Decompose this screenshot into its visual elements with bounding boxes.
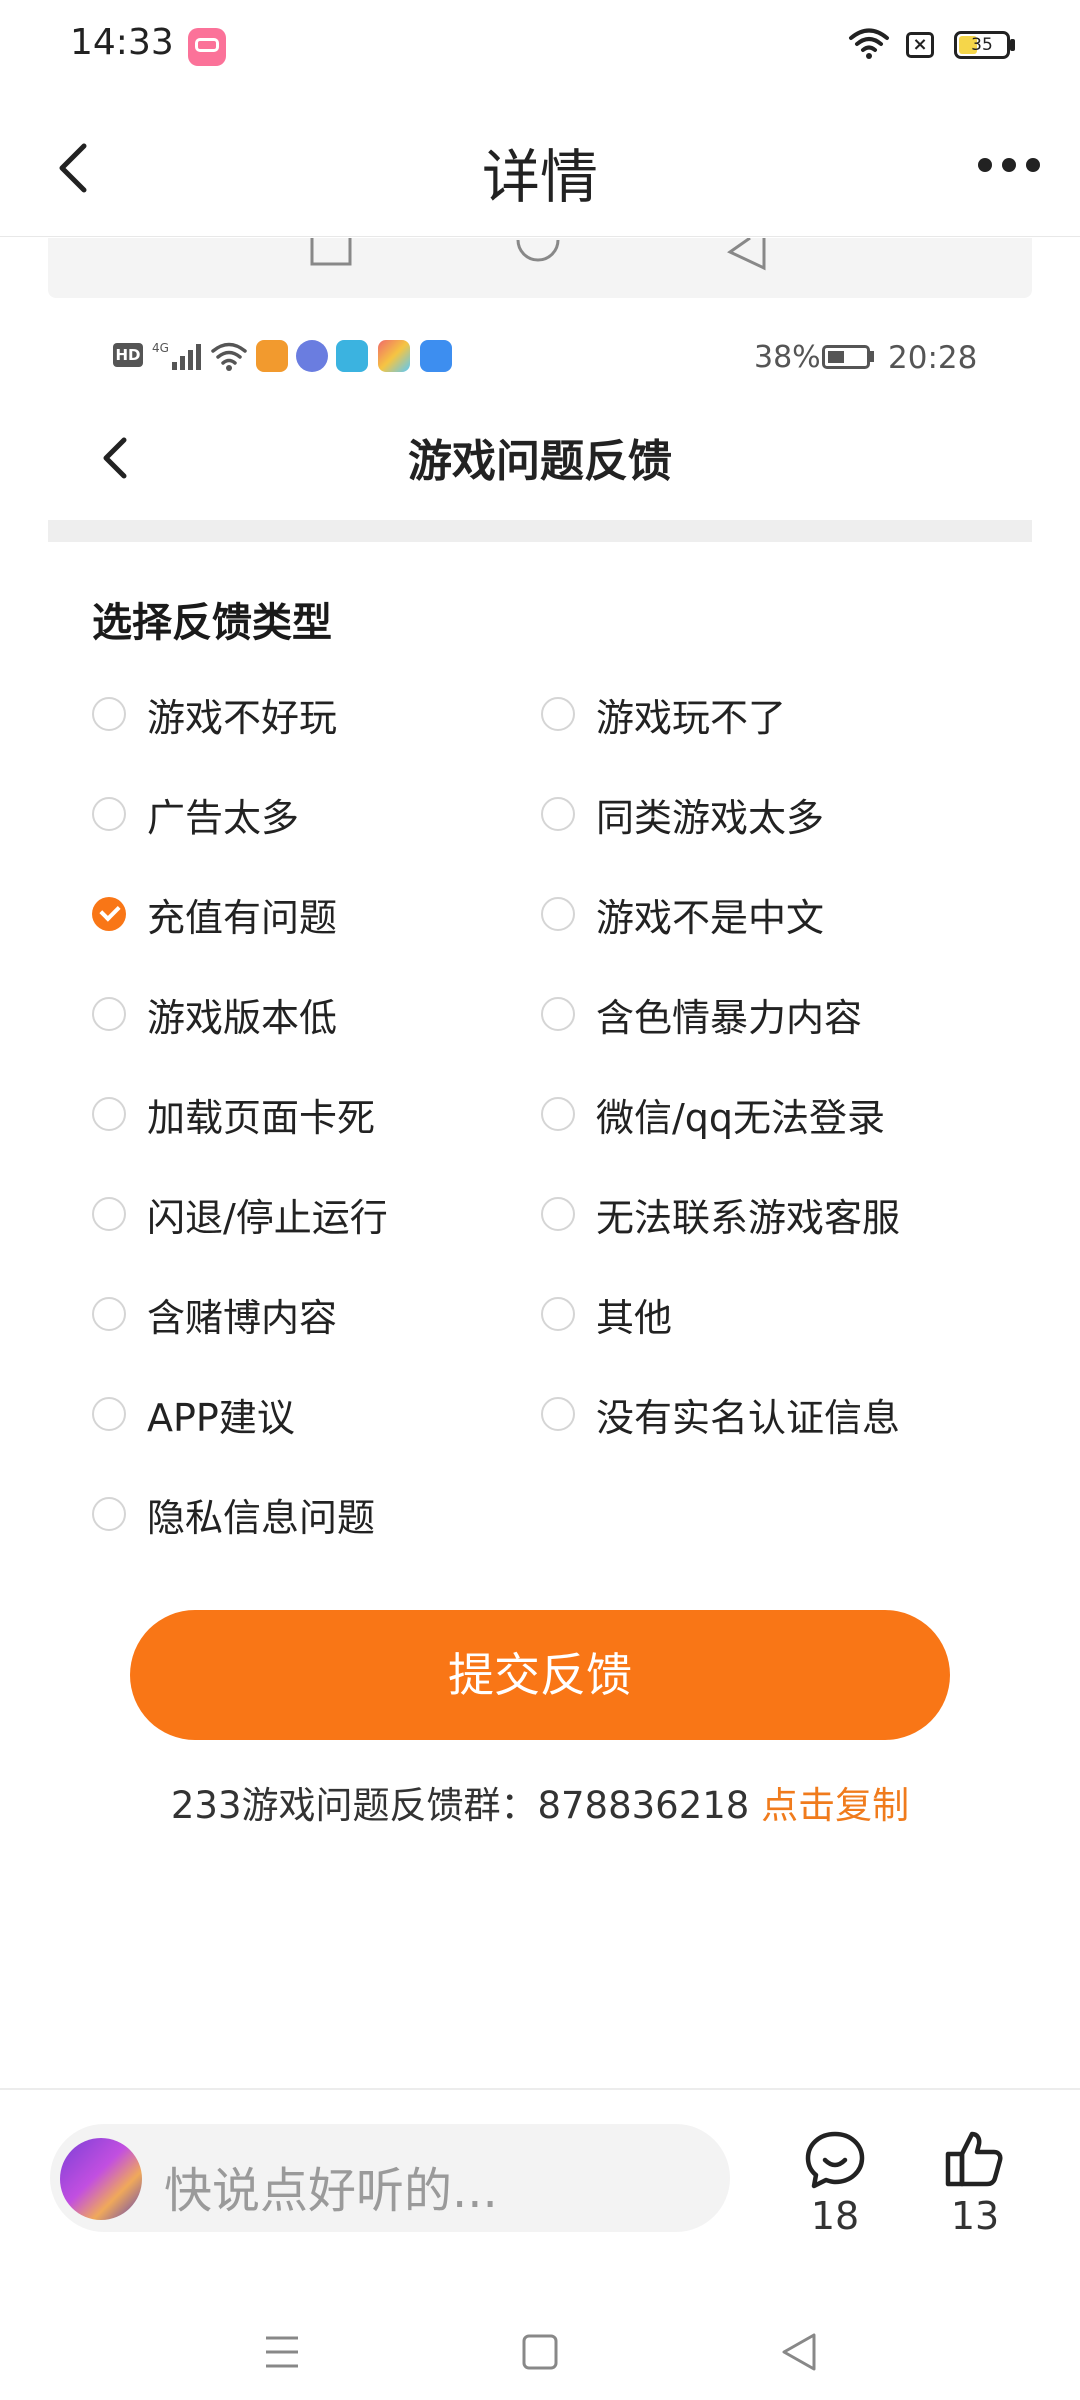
book-app-icon bbox=[336, 340, 368, 372]
radio-button-checked[interactable] bbox=[92, 897, 126, 931]
battery-tip bbox=[1010, 39, 1015, 51]
music-app-icon bbox=[296, 340, 328, 372]
feedback-option-selected[interactable]: 充值有问题 bbox=[92, 884, 337, 944]
feedback-option[interactable]: 同类游戏太多 bbox=[541, 784, 824, 844]
option-label: 无法联系游戏客服 bbox=[596, 1195, 901, 1240]
feedback-option[interactable]: 隐私信息问题 bbox=[92, 1484, 375, 1544]
more-options-button[interactable] bbox=[978, 158, 1040, 174]
home-icon[interactable] bbox=[522, 2334, 558, 2370]
wifi-icon bbox=[849, 28, 889, 59]
option-label: 游戏版本低 bbox=[147, 995, 338, 1040]
copy-group-link[interactable]: 点击复制 bbox=[761, 1784, 909, 1827]
status-time: 14:33 bbox=[70, 22, 174, 63]
feedback-option[interactable]: 没有实名认证信息 bbox=[541, 1384, 900, 1444]
battery-icon: 35 bbox=[954, 31, 1010, 59]
option-label: 含色情暴力内容 bbox=[596, 995, 863, 1040]
option-label: 隐私信息问题 bbox=[147, 1495, 376, 1540]
feedback-group-info: 233游戏问题反馈群：878836218 点击复制 bbox=[0, 1775, 1080, 1829]
svg-text:4G: 4G bbox=[152, 341, 169, 355]
radio-button[interactable] bbox=[92, 1397, 126, 1431]
feedback-group-text: 233游戏问题反馈群：878836218 bbox=[170, 1784, 750, 1827]
thumbs-up-icon[interactable] bbox=[944, 2128, 1004, 2188]
embedded-nav-strip bbox=[48, 238, 1032, 298]
feedback-option[interactable]: 游戏不好玩 bbox=[92, 684, 337, 744]
option-label: 没有实名认证信息 bbox=[596, 1395, 901, 1440]
signal-icon: 4G bbox=[152, 341, 201, 370]
comment-placeholder[interactable]: 快说点好听的... bbox=[164, 2151, 498, 2221]
cloud-app-icon bbox=[420, 340, 452, 372]
option-label: APP建议 bbox=[147, 1395, 295, 1440]
embedded-battery-level: 38% bbox=[754, 340, 821, 375]
avatar bbox=[60, 2138, 142, 2220]
submit-feedback-button[interactable]: 提交反馈 bbox=[130, 1610, 950, 1740]
feedback-option[interactable]: 无法联系游戏客服 bbox=[541, 1184, 900, 1244]
option-label: 游戏不好玩 bbox=[147, 695, 338, 740]
embedded-page-title: 游戏问题反馈 bbox=[408, 436, 672, 487]
radio-button[interactable] bbox=[92, 1197, 126, 1231]
feedback-option[interactable]: 加载页面卡死 bbox=[92, 1084, 375, 1144]
like-count: 13 bbox=[950, 2194, 1000, 2238]
radio-button[interactable] bbox=[541, 797, 575, 831]
radio-button[interactable] bbox=[541, 1097, 575, 1131]
feedback-option[interactable]: 闪退/停止运行 bbox=[92, 1184, 388, 1244]
option-label: 同类游戏太多 bbox=[596, 795, 825, 840]
feedback-option[interactable]: 含赌博内容 bbox=[92, 1284, 337, 1344]
option-label: 加载页面卡死 bbox=[147, 1095, 376, 1140]
radio-button[interactable] bbox=[92, 1297, 126, 1331]
feedback-option[interactable]: 微信/qq无法登录 bbox=[541, 1084, 885, 1144]
circle-icon bbox=[516, 239, 560, 262]
radio-button[interactable] bbox=[541, 1197, 575, 1231]
feedback-option[interactable]: 游戏玩不了 bbox=[541, 684, 786, 744]
option-label: 微信/qq无法登录 bbox=[596, 1095, 886, 1140]
feedback-option[interactable]: 游戏版本低 bbox=[92, 984, 337, 1044]
back-nav-icon[interactable] bbox=[780, 2332, 818, 2372]
radio-button[interactable] bbox=[92, 1497, 126, 1531]
option-label: 含赌博内容 bbox=[147, 1295, 338, 1340]
hd-icon: HD bbox=[113, 343, 143, 367]
option-label: 闪退/停止运行 bbox=[147, 1195, 388, 1240]
feedback-type-label: 选择反馈类型 bbox=[92, 600, 332, 646]
embedded-wifi-icon bbox=[211, 342, 247, 371]
system-nav-bar bbox=[0, 2290, 1080, 2400]
feedback-option[interactable]: APP建议 bbox=[92, 1384, 295, 1444]
option-label: 游戏玩不了 bbox=[596, 695, 787, 740]
embedded-battery-tip bbox=[870, 351, 874, 362]
no-sim-icon: × bbox=[906, 32, 934, 58]
video-app-icon bbox=[256, 340, 288, 372]
feedback-option[interactable]: 其他 bbox=[541, 1284, 672, 1344]
bottom-bar-divider bbox=[0, 2088, 1080, 2090]
radio-button[interactable] bbox=[92, 997, 126, 1031]
feedback-option[interactable]: 广告太多 bbox=[92, 784, 299, 844]
option-label: 广告太多 bbox=[147, 795, 300, 840]
feedback-option[interactable]: 含色情暴力内容 bbox=[541, 984, 862, 1044]
menu-icon[interactable] bbox=[264, 2334, 300, 2370]
embedded-status-time: 20:28 bbox=[888, 340, 978, 376]
comment-count: 18 bbox=[810, 2194, 860, 2238]
embedded-battery-icon bbox=[822, 345, 870, 369]
page-title: 详情 bbox=[481, 143, 598, 211]
battery-level: 35 bbox=[971, 35, 993, 55]
square-icon bbox=[310, 238, 352, 266]
comment-icon[interactable] bbox=[804, 2130, 866, 2190]
radio-button[interactable] bbox=[92, 1097, 126, 1131]
radio-button[interactable] bbox=[541, 897, 575, 931]
triangle-icon bbox=[727, 238, 766, 271]
radio-button[interactable] bbox=[541, 1397, 575, 1431]
radio-button[interactable] bbox=[92, 797, 126, 831]
feedback-option[interactable]: 游戏不是中文 bbox=[541, 884, 824, 944]
bilibili-app-icon bbox=[188, 28, 226, 66]
option-label: 充值有问题 bbox=[147, 895, 338, 940]
option-label: 游戏不是中文 bbox=[596, 895, 825, 940]
radio-button[interactable] bbox=[541, 697, 575, 731]
radio-button[interactable] bbox=[541, 1297, 575, 1331]
radio-button[interactable] bbox=[541, 997, 575, 1031]
option-label: 其他 bbox=[596, 1295, 673, 1340]
section-divider bbox=[48, 520, 1032, 542]
radio-button[interactable] bbox=[92, 697, 126, 731]
gallery-app-icon bbox=[378, 340, 410, 372]
